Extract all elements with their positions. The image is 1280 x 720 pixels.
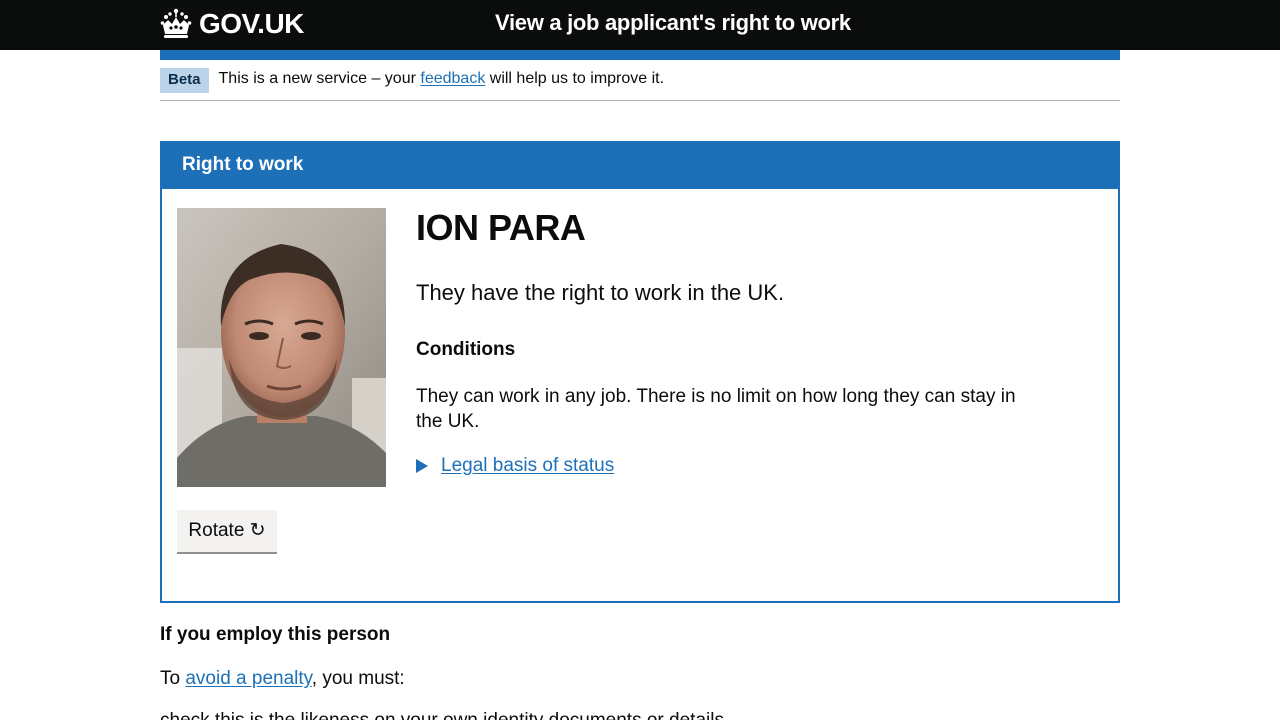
- crown-icon: [160, 8, 192, 38]
- govuk-logo-text: GOV.UK: [199, 8, 304, 39]
- employ-text-after: , you must:: [311, 668, 405, 689]
- feedback-link[interactable]: feedback: [420, 70, 485, 87]
- phase-text-before: This is a new service – your: [218, 70, 416, 87]
- phase-banner: Beta This is a new service – your feedba…: [160, 68, 1120, 101]
- legal-basis-link[interactable]: Legal basis of status: [441, 455, 614, 477]
- employ-text-before: To: [160, 668, 181, 689]
- conditions-text: They can work in any job. There is no li…: [416, 386, 1016, 432]
- rotate-button[interactable]: Rotate ↻: [177, 510, 277, 552]
- work-status: They have the right to work in the UK.: [416, 280, 785, 305]
- conditions-heading: Conditions: [416, 339, 516, 360]
- phase-text-after: will help us to improve it.: [489, 70, 665, 87]
- triangle-right-icon: [416, 459, 428, 473]
- avoid-penalty-link[interactable]: avoid a penalty: [185, 668, 311, 689]
- header-accent-bar: [160, 50, 1120, 60]
- employ-paragraph: To avoid a penalty, you must:: [160, 668, 405, 690]
- person-name: ION PARA: [416, 207, 586, 248]
- govuk-logo-link[interactable]: GOV.UK: [160, 6, 304, 42]
- phase-banner-text: This is a new service – your feedback wi…: [219, 67, 665, 91]
- service-name[interactable]: View a job applicant's right to work: [495, 10, 851, 36]
- site-header: GOV.UK View a job applicant's right to w…: [0, 0, 1280, 50]
- employ-heading: If you employ this person: [160, 624, 391, 645]
- applicant-photo-image: [177, 208, 386, 487]
- legal-basis-details[interactable]: Legal basis of status: [416, 455, 614, 477]
- employ-list-item: check this is the likeness on your own i…: [160, 710, 724, 720]
- beta-tag: Beta: [160, 68, 209, 93]
- applicant-photo: [177, 208, 386, 487]
- right-to-work-panel: Right to work Rotate ↻ ION PARA They hav…: [160, 141, 1120, 603]
- panel-title: Right to work: [162, 143, 1118, 189]
